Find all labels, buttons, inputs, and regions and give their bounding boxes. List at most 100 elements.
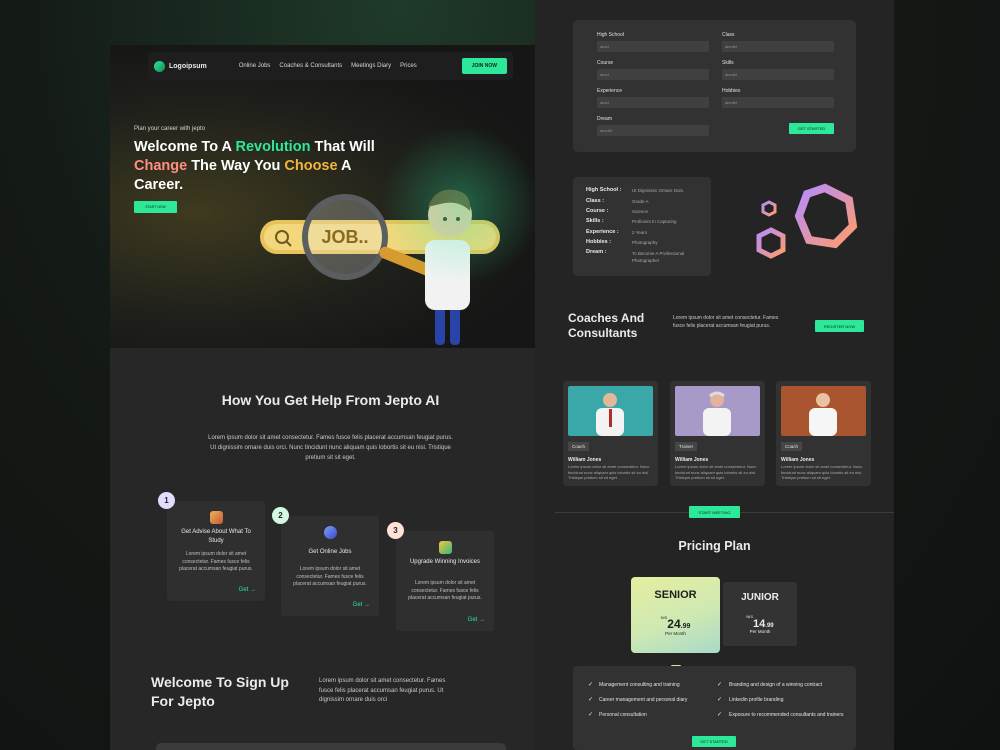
magnifier-handle [379, 246, 455, 285]
field-label: High School [597, 32, 624, 38]
experience-input[interactable]: abcd [597, 97, 709, 108]
coach-name: William Jones [675, 457, 709, 463]
plan-name: SENIOR [654, 589, 697, 601]
senior-plan-card[interactable]: SENIOR NIS24.99 Per Month [631, 577, 720, 653]
signup-title: Welcome To Sign Up For Jepto [151, 674, 289, 709]
character-hair [428, 189, 471, 211]
profile-value: Proficient In Capturing [632, 219, 677, 224]
profile-label: Class : [586, 198, 605, 204]
coach-photo [781, 386, 866, 436]
step-get-link[interactable]: Get → [468, 617, 485, 623]
coach-card[interactable]: Coach William Jones Lorem ipsum dolor si… [776, 381, 871, 486]
step-card-invoices: 3 Upgrade Winning Invoices Lorem ipsum d… [387, 522, 494, 631]
plan-period: Per Month [665, 631, 686, 636]
check-icon: ✓ [588, 697, 594, 703]
feature-item: Personal consultation [599, 712, 647, 718]
help-description: Lorem ipsum dolor sit amet consectetur. … [208, 435, 453, 461]
plan-name: JUNIOR [741, 592, 779, 603]
coaches-title: Coaches And Consultants [568, 311, 645, 340]
step-text: Lorem ipsum dolor sit amet consectetur. … [179, 551, 253, 572]
character-eye [456, 217, 460, 221]
hero-title-highlight-change: Change [134, 158, 188, 174]
field-label: Course [597, 60, 614, 66]
start-meeting-button[interactable]: START MEETING [689, 506, 740, 518]
nav-link-coaches[interactable]: Coaches & Consultants [279, 63, 342, 69]
join-now-button[interactable]: JOIN NOW [461, 58, 507, 74]
step-card-advise: 1 Get Advise About What To Study Lorem i… [158, 492, 265, 601]
profile-label: Dream : [586, 249, 607, 255]
high-school-input[interactable]: abcd [597, 41, 709, 52]
step-get-link[interactable]: Get → [239, 587, 256, 593]
avatar-shirt [809, 408, 837, 436]
landing-page-panel: Logoipsum Online Jobs Coaches & Consulta… [110, 45, 551, 750]
step-title: Get Advise About What To Study [181, 529, 251, 544]
start-now-button[interactable]: START NOW [134, 201, 177, 213]
logo-text: Logoipsum [169, 62, 207, 70]
details-panel: High School abcd Class abcdef Course abc… [535, 0, 894, 750]
hero-eyebrow: Plan your career with jepto [134, 126, 206, 132]
hero-section: Logoipsum Online Jobs Coaches & Consulta… [110, 45, 551, 348]
coach-role-badge: Coach [781, 442, 803, 451]
coach-name: William Jones [781, 457, 815, 463]
step-card-jobs: 2 Get Online Jobs Lorem ipsum dolor sit … [272, 507, 379, 616]
plan-period: Per Month [749, 629, 771, 634]
price-cents: .99 [680, 623, 691, 630]
avatar-head [603, 393, 617, 407]
avatar-shirt [703, 408, 731, 436]
hobbies-input[interactable]: abcdef [722, 97, 834, 108]
price-whole: 24 [667, 617, 681, 631]
profile-label: Hobbies : [586, 239, 612, 245]
class-input[interactable]: abcdef [722, 41, 834, 52]
job-search-text: JOB.. [321, 227, 368, 247]
search-bar-inner [264, 224, 496, 250]
character-leg [435, 305, 445, 345]
profile-value: Photography [632, 240, 658, 245]
signup-description: Lorem ipsum dolor sit amet consectetur. … [319, 678, 446, 703]
get-started-button[interactable]: GET STARTED [789, 123, 834, 134]
coach-role-badge: Coach [568, 442, 590, 451]
avatar-head [816, 393, 830, 407]
coach-card[interactable]: Trainer William Jones Lorem ipsum dolor … [670, 381, 765, 486]
avatar [809, 393, 837, 436]
check-icon: ✓ [588, 682, 594, 688]
nav-link-meetings-diary[interactable]: Meetings Diary [351, 63, 391, 69]
step-number: 3 [387, 522, 404, 539]
growth-chart-icon [439, 541, 452, 554]
dream-input[interactable]: abcdef [597, 125, 709, 136]
job-search-icon [324, 526, 337, 539]
field-label: Skills [722, 60, 734, 66]
check-icon: ✓ [588, 712, 594, 718]
field-label: Hobbies [722, 88, 741, 94]
help-title: How You Get Help From Jepto AI [221, 392, 440, 408]
decorative-3d-shapes [756, 183, 858, 259]
coach-description: Lorem ipsum dolor sit amet consectetur. … [781, 464, 863, 480]
check-icon: ✓ [717, 712, 723, 718]
step-title: Get Online Jobs [308, 549, 352, 555]
avatar [703, 391, 731, 436]
check-icon: ✓ [717, 697, 723, 703]
nav-link-prices[interactable]: Prices [400, 63, 417, 69]
pricing-title: Pricing Plan [678, 539, 751, 553]
coach-name: William Jones [568, 457, 602, 463]
character-body [425, 240, 470, 310]
course-input[interactable]: abcd [597, 69, 709, 80]
character-head [428, 193, 472, 237]
profile-summary-card: High School : Ut Dignissim Ornare Duis. … [573, 177, 711, 276]
nav-link-online-jobs[interactable]: Online Jobs [239, 63, 271, 69]
skills-input[interactable]: abcdef [722, 69, 834, 80]
plan-features-card: ✓ Management consulting and training ✓ B… [573, 666, 856, 750]
coach-card[interactable]: Coach William Jones Lorem ipsum dolor si… [563, 381, 658, 486]
field-label: Experience [597, 88, 623, 94]
logo-icon [154, 60, 165, 72]
junior-plan-card[interactable]: JUNIOR NIS14.99 Per Month [723, 582, 797, 646]
polyhedron-small-icon [761, 200, 777, 217]
profile-label: Experience : [586, 229, 619, 235]
coach-photo [675, 386, 760, 436]
profile-value: 2 Years [632, 230, 648, 235]
get-started-plan-button[interactable]: GET STARTED [692, 736, 736, 747]
character-leg [450, 305, 460, 345]
coach-role-badge: Trainer [675, 442, 698, 451]
step-get-link[interactable]: Get → [353, 602, 370, 608]
register-now-button[interactable]: REGISTER NOW [815, 320, 864, 332]
coach-description: Lorem ipsum dolor sit amet consectetur. … [675, 464, 757, 480]
